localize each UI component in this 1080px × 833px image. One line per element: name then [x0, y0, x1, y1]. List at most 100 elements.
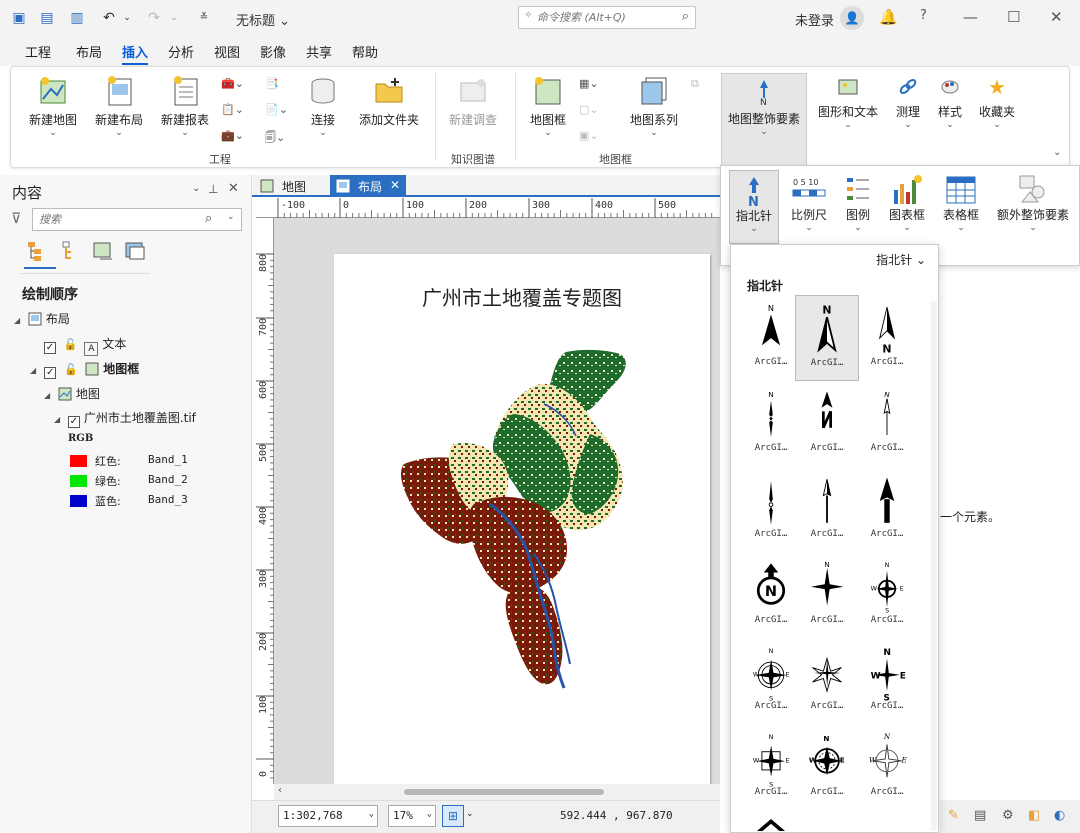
login-status[interactable]: 未登录 — [795, 10, 834, 29]
tab-layout-view[interactable]: 布局 ✕ — [330, 175, 406, 197]
new-project-icon[interactable]: ▣ — [10, 9, 28, 27]
zoom-field[interactable]: 17% ⌄ — [388, 805, 436, 827]
north-arrow-item[interactable]: ArcGI… — [795, 639, 859, 725]
north-arrow-item[interactable]: N ArcGI… — [795, 553, 859, 639]
visibility-checkbox[interactable]: ✓ — [44, 342, 56, 354]
modify-icon[interactable]: ⚙ — [1002, 808, 1014, 823]
chart-frame-button[interactable]: 图表框 ⌄ — [885, 174, 929, 233]
layout-canvas[interactable]: 广州市土地覆盖专题图 — [274, 218, 720, 784]
expand-triangle-icon[interactable]: ◢ — [30, 366, 40, 375]
tree-item-text[interactable]: ✓ 🔓 A 文本 — [44, 335, 126, 356]
filter-icon[interactable]: ⊽ — [11, 211, 21, 227]
map-frame-button[interactable]: 地图框 ⌄ — [525, 75, 571, 138]
maximize-icon[interactable]: ☐ — [1007, 8, 1020, 26]
minimize-icon[interactable]: — — [963, 8, 978, 26]
tab-layout[interactable]: 布局 — [76, 42, 102, 61]
undo-dropdown-icon[interactable]: ⌄ — [118, 9, 136, 27]
gallery-category-dropdown[interactable]: 指北针 ⌄ — [876, 251, 926, 268]
layout-page[interactable]: 广州市土地覆盖专题图 — [334, 254, 710, 784]
north-arrow-item[interactable]: N W E ArcGI… — [855, 725, 919, 811]
north-arrow-item[interactable]: N ArcGI… — [739, 381, 803, 467]
north-arrow-item[interactable]: ArcGI… — [855, 467, 919, 553]
customize-toolbar-icon[interactable]: ≚ — [195, 9, 213, 27]
measure-button[interactable]: 测理 ⌄ — [891, 75, 925, 130]
scroll-left-icon[interactable]: ‹ — [278, 785, 282, 796]
north-arrow-item[interactable]: W E N ArcGI… — [795, 725, 859, 811]
ribbon-collapse-icon[interactable]: ⌄ — [1053, 147, 1061, 158]
north-arrow-item[interactable]: ArcGI… — [795, 467, 859, 553]
geoprocessing-icon[interactable]: ◐ — [1054, 808, 1065, 823]
chevron-down-icon[interactable]: ⌄ — [227, 212, 235, 222]
new-report-button[interactable]: 新建报表 ⌄ — [157, 75, 213, 138]
north-arrow-item[interactable]: N ArcGI… — [855, 295, 919, 381]
north-arrow-item[interactable]: N ArcGI… — [795, 295, 859, 381]
import-map-icon[interactable]: 📄⌄ — [265, 103, 295, 121]
tree-item-layout[interactable]: ◢ 布局 — [14, 310, 70, 327]
expand-triangle-icon[interactable]: ◢ — [14, 316, 24, 325]
scale-bar-button[interactable]: 0 5 10 比例尺 ⌄ — [789, 174, 829, 233]
map-title[interactable]: 广州市土地覆盖专题图 — [334, 282, 710, 311]
redo-dropdown-icon[interactable]: ⌄ — [165, 9, 183, 27]
table-frame-button[interactable]: 表格框 ⌄ — [939, 174, 983, 233]
north-arrow-item[interactable]: N ArcGI… — [855, 381, 919, 467]
north-arrow-item[interactable]: N ArcGI… — [739, 553, 803, 639]
north-arrow-item[interactable] — [739, 811, 803, 831]
search-icon[interactable]: ⌕ — [205, 211, 212, 226]
graphics-text-button[interactable]: 图形和文本 ⌄ — [815, 75, 881, 130]
tree-item-mapframe[interactable]: ◢ ✓ 🔓 地图框 — [30, 360, 139, 379]
close-tab-icon[interactable]: ✕ — [390, 178, 400, 192]
north-arrow-item[interactable]: ArcGI… — [739, 467, 803, 553]
tab-map-view[interactable]: 地图 — [254, 175, 328, 197]
tree-item-map[interactable]: ◢ 地图 — [44, 385, 100, 402]
avatar[interactable]: 👤 — [840, 6, 864, 30]
expand-triangle-icon[interactable]: ◢ — [44, 391, 54, 400]
extent-indicator-icon[interactable]: ▣⌄ — [579, 129, 609, 147]
save-icon[interactable]: ▥ — [68, 9, 86, 27]
expand-triangle-icon[interactable]: ◢ — [54, 415, 64, 424]
tree-item-raster[interactable]: ◢ ✓ 广州市土地覆盖图.tif — [54, 409, 196, 428]
north-arrow-item[interactable]: NWESArcGI… — [739, 639, 803, 725]
extra-decor-button[interactable]: 额外整饰要素 ⌄ — [993, 174, 1073, 233]
tab-share[interactable]: 共享 — [306, 42, 332, 61]
grid-snap-icon[interactable]: ⊞ — [442, 805, 464, 827]
guangzhou-landcover-map[interactable] — [394, 344, 664, 694]
scale-field[interactable]: 1:302,768 ⌄ — [278, 805, 378, 827]
undo-icon[interactable]: ↶ — [100, 9, 118, 27]
add-toolbox-alt-icon[interactable]: 💼⌄ — [221, 129, 251, 147]
list-by-source-icon[interactable] — [60, 240, 82, 262]
reshape-icon[interactable]: ▢⌄ — [579, 103, 609, 121]
visibility-checkbox[interactable]: ✓ — [44, 367, 57, 379]
scrollbar-thumb[interactable] — [404, 789, 604, 795]
command-search-input[interactable] — [519, 7, 669, 28]
north-arrow-item[interactable]: W E N S ArcGI… — [855, 639, 919, 725]
edit-icon[interactable]: ✎ — [948, 808, 959, 823]
document-title[interactable]: 无标题 ⌄ — [236, 10, 290, 29]
new-layout-button[interactable]: 新建布局 ⌄ — [91, 75, 147, 138]
contents-search-input[interactable] — [33, 209, 193, 230]
connect-button[interactable]: 连接 ⌄ — [303, 75, 343, 138]
new-map-button[interactable]: 新建地图 ⌄ — [25, 75, 81, 138]
list-by-selection-icon[interactable] — [92, 240, 114, 262]
contents-search[interactable]: ⌕ ⌄ — [32, 208, 242, 231]
command-search[interactable]: ✧ ⌕ — [518, 6, 696, 29]
tab-analysis[interactable]: 分析 — [168, 42, 194, 61]
style-button[interactable]: 样式 ⌄ — [933, 75, 967, 130]
add-folder-button[interactable]: 添加文件夹 — [353, 75, 425, 128]
attributes-icon[interactable]: ▤ — [974, 808, 986, 823]
help-icon[interactable]: ? — [920, 8, 927, 23]
pin-icon[interactable]: ⊥ — [208, 182, 218, 196]
gallery-scrollbar[interactable] — [931, 301, 937, 831]
open-project-icon[interactable]: ▤ — [38, 9, 56, 27]
search-icon[interactable]: ⌕ — [682, 9, 689, 24]
list-by-drawing-order-icon[interactable] — [26, 240, 48, 262]
visibility-checkbox[interactable]: ✓ — [67, 416, 80, 428]
import-icon[interactable]: 📑 — [265, 77, 295, 95]
lock-icon[interactable]: 🔓 — [64, 338, 78, 351]
redo-icon[interactable]: ↷ — [145, 9, 163, 27]
tab-view[interactable]: 视图 — [214, 42, 240, 61]
import-layout-icon[interactable]: 🗐⌄ — [265, 129, 295, 147]
list-by-editing-icon[interactable] — [124, 240, 146, 262]
north-arrow-item[interactable]: NWESArcGI… — [855, 553, 919, 639]
tab-insert[interactable]: 插入 — [122, 42, 149, 65]
tab-help[interactable]: 帮助 — [352, 42, 378, 61]
